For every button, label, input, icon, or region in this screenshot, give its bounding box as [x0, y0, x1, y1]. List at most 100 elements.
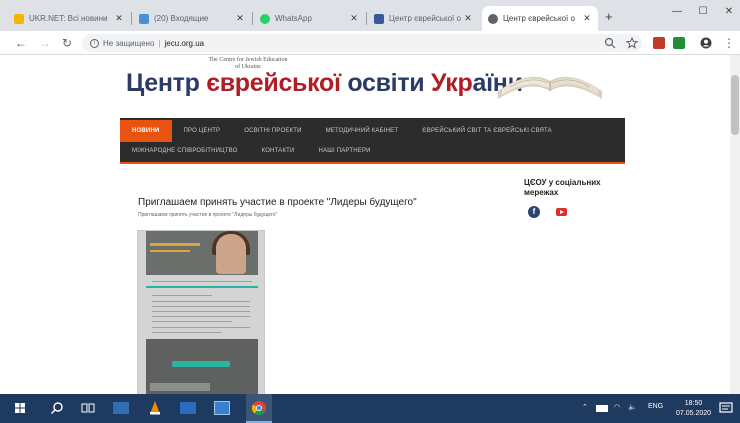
- tab-divider: [131, 12, 132, 25]
- info-icon[interactable]: i: [90, 38, 99, 48]
- menu-row: Новини Про центр Освітні проекти Методич…: [120, 120, 564, 142]
- menu-item-partners[interactable]: Наші партнери: [307, 140, 383, 162]
- chrome-icon[interactable]: [251, 400, 267, 416]
- battery-icon[interactable]: [596, 405, 608, 412]
- poster-logos: [150, 383, 210, 391]
- globe-favicon-icon: [488, 13, 498, 24]
- title-word: Укр: [430, 69, 473, 97]
- menu-row: Міжнародне співробітництво Контакти Наші…: [120, 140, 383, 162]
- security-status: Не защищено: [103, 38, 155, 48]
- ukrnet-favicon-icon: [14, 13, 24, 24]
- menu-item-about[interactable]: Про центр: [172, 120, 233, 142]
- tab-divider: [366, 12, 367, 25]
- tab-label: Центр єврейської о: [503, 14, 575, 23]
- close-icon[interactable]: ✕: [235, 13, 245, 24]
- new-tab-plus-icon[interactable]: +: [605, 9, 613, 24]
- mail-favicon-icon: [139, 13, 149, 24]
- menu-item-international[interactable]: Міжнародне співробітництво: [120, 140, 250, 162]
- menu-item-news[interactable]: Новини: [120, 120, 172, 142]
- youtube-icon[interactable]: [556, 208, 567, 216]
- tab-label: UKR.NET: Всі новини: [29, 14, 108, 23]
- browser-window: UKR.NET: Всі новини ✕ (20) Входящие ✕ Wh…: [0, 0, 740, 423]
- minimize-icon[interactable]: —: [667, 6, 687, 17]
- browser-toolbar: ← → ↻ i Не защищено | jecu.org.ua ⋮: [0, 31, 740, 55]
- title-word: освіти: [340, 69, 431, 97]
- mail-app-icon[interactable]: [113, 402, 129, 414]
- web-page: The Centre for Jewish Education of Ukrai…: [0, 55, 740, 394]
- tab-strip: UKR.NET: Всі новини ✕ (20) Входящие ✕ Wh…: [0, 0, 740, 31]
- poster-text-line: [152, 281, 252, 282]
- clock-date: 07.05.2020: [676, 410, 712, 417]
- tab-label: Центр єврейської о: [389, 14, 461, 23]
- poster-portrait: [216, 234, 246, 274]
- title-word: єврейської: [206, 69, 341, 97]
- extension-icon[interactable]: [653, 37, 665, 49]
- site-title[interactable]: Центр єврейської освіти України: [126, 69, 523, 98]
- open-book-logo-icon: [498, 76, 602, 99]
- tab-whatsapp[interactable]: WhatsApp ✕: [254, 6, 365, 31]
- bookmark-star-icon[interactable]: [626, 37, 638, 49]
- close-icon[interactable]: ✕: [349, 13, 359, 24]
- tab-ukrnet[interactable]: UKR.NET: Всі новини ✕: [8, 6, 130, 31]
- vlc-cone-icon[interactable]: [147, 400, 163, 416]
- search-icon[interactable]: [49, 400, 65, 416]
- extension-icon[interactable]: [673, 37, 685, 49]
- address-separator: |: [158, 38, 161, 48]
- input-language[interactable]: ENG: [648, 403, 663, 410]
- notifications-icon[interactable]: [718, 400, 734, 416]
- close-icon[interactable]: ✕: [463, 13, 473, 24]
- show-hidden-icons-icon[interactable]: ⌃: [582, 403, 588, 411]
- reload-icon[interactable]: ↻: [60, 36, 74, 50]
- scrollbar-thumb[interactable]: [731, 75, 739, 135]
- play-triangle: [560, 210, 564, 214]
- windows-taskbar: ⌃ ◠ 🔈 ENG 18:50 07.05.2020: [0, 394, 740, 423]
- site-header[interactable]: The Centre for Jewish Education of Ukrai…: [120, 55, 625, 115]
- tab-label: (20) Входящие: [154, 14, 209, 23]
- post-image[interactable]: [137, 230, 265, 394]
- menu-item-contacts[interactable]: Контакти: [250, 140, 307, 162]
- forward-arrow-icon[interactable]: →: [38, 36, 52, 50]
- file-explorer-icon[interactable]: [180, 402, 196, 414]
- menu-item-projects[interactable]: Освітні проекти: [232, 120, 313, 142]
- profile-avatar-icon[interactable]: [700, 37, 712, 49]
- poster-text-line: [152, 316, 250, 317]
- poster-text-line: [152, 311, 250, 312]
- task-view-icon[interactable]: [80, 400, 96, 416]
- zoom-icon[interactable]: [604, 37, 616, 49]
- poster-text-line: [152, 306, 250, 307]
- back-arrow-icon[interactable]: ←: [14, 36, 28, 50]
- address-bar[interactable]: i Не защищено | jecu.org.ua: [82, 34, 642, 52]
- poster-accent: [150, 243, 200, 246]
- menu-accent-line: [120, 162, 625, 164]
- app-icon[interactable]: [214, 401, 230, 415]
- poster-divider: [146, 286, 258, 288]
- volume-icon[interactable]: 🔈: [628, 403, 637, 411]
- poster-text-line: [152, 295, 212, 296]
- facebook-favicon-icon: [374, 13, 384, 24]
- tab-jecu-facebook[interactable]: Центр єврейської о ✕: [368, 6, 479, 31]
- facebook-letter: f: [532, 207, 536, 216]
- main-navigation: Новини Про центр Освітні проекти Методич…: [120, 118, 625, 164]
- menu-kebab-icon[interactable]: ⋮: [722, 36, 736, 50]
- tab-inbox[interactable]: (20) Входящие ✕: [133, 6, 251, 31]
- facebook-icon[interactable]: f: [528, 206, 540, 218]
- page-scrollbar[interactable]: [730, 55, 740, 394]
- poster-text-line: [152, 327, 250, 328]
- menu-item-methodical[interactable]: Методичний кабінет: [314, 120, 411, 142]
- maximize-icon[interactable]: ☐: [693, 6, 713, 17]
- close-icon[interactable]: ✕: [582, 13, 592, 24]
- network-icon[interactable]: ◠: [614, 403, 620, 411]
- tab-divider: [252, 12, 253, 25]
- windows-start-icon[interactable]: [12, 400, 28, 416]
- menu-item-jewish-world[interactable]: Єврейський світ та єврейські свята: [410, 120, 564, 142]
- url-text: jecu.org.ua: [164, 38, 205, 48]
- post-title[interactable]: Приглашаем принять участие в проекте "Ли…: [138, 197, 417, 208]
- system-clock[interactable]: 18:50 07.05.2020: [676, 399, 711, 419]
- close-icon[interactable]: ✕: [114, 13, 124, 24]
- clock-time: 18:50: [684, 400, 703, 407]
- title-word: Центр: [126, 69, 207, 97]
- whatsapp-favicon-icon: [260, 13, 270, 24]
- poster-text-line: [152, 321, 232, 322]
- tab-jecu-active[interactable]: Центр єврейської о ✕: [482, 6, 598, 31]
- close-window-icon[interactable]: ✕: [719, 6, 739, 17]
